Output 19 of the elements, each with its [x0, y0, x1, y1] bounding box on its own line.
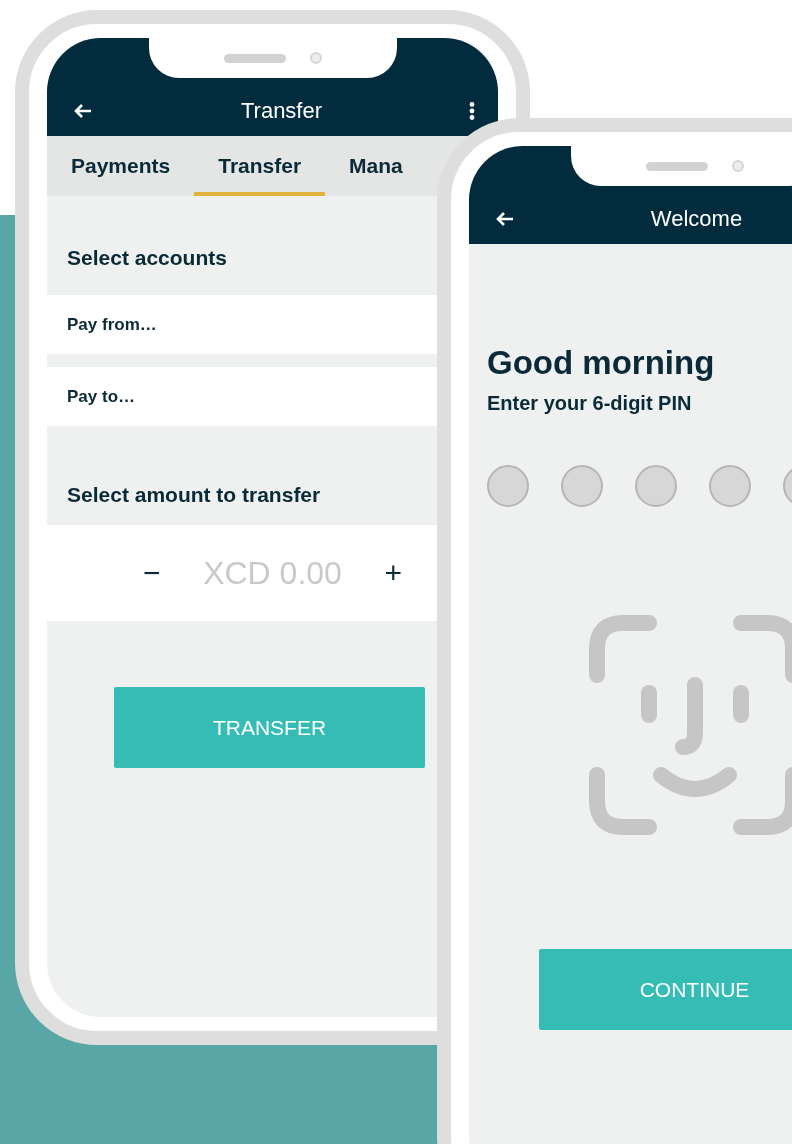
camera-dot	[309, 52, 322, 64]
screen-title: Welcome	[649, 206, 744, 232]
increase-button[interactable]: +	[372, 556, 415, 590]
screen-title: Transfer	[239, 98, 324, 124]
speaker-grille	[645, 161, 708, 171]
more-vertical-icon	[469, 102, 475, 120]
section-heading: Select accounts	[67, 246, 228, 270]
tab[interactable]: Transfer	[194, 136, 326, 196]
back-arrow-icon	[496, 211, 514, 227]
face-scan-icon	[588, 615, 792, 835]
tab[interactable]: Payments	[47, 136, 195, 196]
section-heading: Select amount to transfer	[67, 483, 322, 507]
decrease-button[interactable]: −	[130, 556, 173, 590]
back-arrow-icon	[74, 103, 92, 119]
camera-dot	[731, 160, 744, 172]
speaker-grille	[223, 53, 286, 63]
more-options-button[interactable]	[468, 102, 476, 120]
amount-field[interactable]: XCD 0.00	[190, 553, 355, 593]
tab[interactable]: Mana	[325, 136, 427, 196]
